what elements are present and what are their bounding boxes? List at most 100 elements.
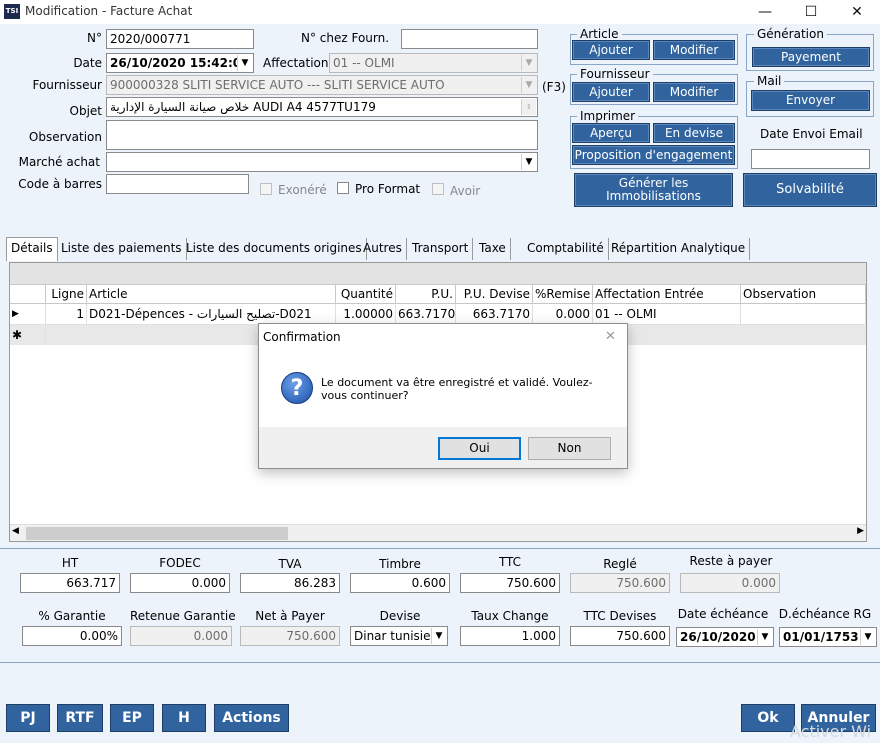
- tab-analytic[interactable]: Répartition Analytique: [607, 238, 751, 260]
- supplier-group-title: Fournisseur: [577, 67, 653, 81]
- cell-ligne[interactable]: 1: [46, 304, 87, 324]
- actions-button[interactable]: Actions: [214, 704, 289, 732]
- tva-field[interactable]: 86.283: [240, 573, 340, 593]
- dialog-close-icon[interactable]: ✕: [605, 329, 616, 344]
- garantie-field[interactable]: 0.00%: [22, 626, 122, 646]
- code-barres-field[interactable]: [106, 174, 249, 194]
- col-ligne[interactable]: Ligne: [46, 285, 87, 304]
- ht-field[interactable]: 663.717: [20, 573, 120, 593]
- affectation-select[interactable]: 01 -- OLMI ▼: [329, 53, 538, 73]
- close-window-button[interactable]: ✕: [834, 0, 880, 24]
- cell-pu[interactable]: 663.7170: [396, 304, 456, 324]
- chevron-down-icon[interactable]: ▼: [521, 55, 536, 71]
- no-field[interactable]: 2020/000771: [106, 29, 254, 49]
- cell-quantite[interactable]: 1.00000: [336, 304, 396, 324]
- chevron-down-icon[interactable]: ▼: [860, 629, 875, 645]
- col-pu[interactable]: P.U.: [396, 285, 456, 304]
- col-pu-devise[interactable]: P.U. Devise: [456, 285, 533, 304]
- exonere-label: Exonéré: [278, 183, 327, 197]
- tab-transport[interactable]: Transport: [408, 238, 474, 260]
- app-icon: TSI: [4, 4, 20, 19]
- ep-button[interactable]: EP: [110, 704, 154, 732]
- fournisseur-value: 900000328 SLITI SERVICE AUTO --- SLITI S…: [110, 78, 445, 92]
- ttc-devises-field[interactable]: 750.600: [570, 626, 670, 646]
- table-row[interactable]: ▶ 1 D021-Dépences - تصليح السيارات-D021 …: [10, 304, 866, 325]
- title-bar: TSI Modification - Facture Achat — ☐ ✕: [0, 0, 880, 24]
- devise-select[interactable]: Dinar tunisien ▼: [350, 626, 448, 646]
- reste-field[interactable]: 0.000: [680, 573, 780, 593]
- chevron-down-icon[interactable]: ▼: [237, 55, 252, 71]
- preview-button[interactable]: Aperçu: [572, 123, 650, 143]
- scroll-right-icon[interactable]: ▶: [857, 526, 864, 536]
- col-remise[interactable]: %Remise: [533, 285, 593, 304]
- objet-field[interactable]: خلاص صيانة السيارة الإدارية AUDI A4 4577…: [106, 97, 538, 117]
- chez-fourn-field[interactable]: [401, 29, 538, 49]
- payment-button[interactable]: Payement: [752, 47, 870, 67]
- fodec-field[interactable]: 0.000: [130, 573, 230, 593]
- chevron-down-icon[interactable]: ▼: [521, 154, 536, 170]
- tab-details[interactable]: Détails: [6, 237, 58, 261]
- cell-observation[interactable]: [741, 304, 866, 324]
- echeance-rg-field[interactable]: 01/01/1753 ▼: [779, 627, 877, 647]
- tab-origin-documents[interactable]: Liste des documents origines: [182, 238, 367, 260]
- maximize-button[interactable]: ☐: [788, 0, 834, 24]
- tab-tax[interactable]: Taxe: [475, 238, 511, 260]
- date-envoi-field[interactable]: [751, 149, 870, 169]
- col-affectation[interactable]: Affectation Entrée: [593, 285, 741, 304]
- echeance-field[interactable]: 26/10/2020 ▼: [676, 627, 774, 647]
- yes-button[interactable]: Oui: [438, 437, 521, 460]
- article-edit-button[interactable]: Modifier: [653, 40, 735, 60]
- tab-payments[interactable]: Liste des paiements: [57, 238, 187, 260]
- send-mail-button[interactable]: Envoyer: [751, 90, 870, 111]
- col-article[interactable]: Article: [87, 285, 336, 304]
- exonere-checkbox[interactable]: [260, 183, 272, 195]
- row-header-col: [10, 285, 46, 304]
- ttc-field[interactable]: 750.600: [460, 573, 560, 593]
- generate-assets-button[interactable]: Générer les Immobilisations: [574, 173, 733, 207]
- chevron-down-icon[interactable]: ▼: [757, 629, 772, 645]
- currency-print-button[interactable]: En devise: [653, 123, 735, 143]
- rtf-button[interactable]: RTF: [57, 704, 103, 732]
- engagement-proposal-button[interactable]: Proposition d'engagement: [572, 145, 735, 165]
- supplier-edit-button[interactable]: Modifier: [653, 82, 735, 102]
- col-quantite[interactable]: Quantité: [336, 285, 396, 304]
- date-field[interactable]: 26/10/2020 15:42:0 ▼: [106, 53, 254, 73]
- ok-button[interactable]: Ok: [741, 704, 795, 732]
- objet-value: خلاص صيانة السيارة الإدارية AUDI A4 4577…: [110, 100, 376, 114]
- avoir-checkbox[interactable]: [432, 183, 444, 195]
- devise-value: Dinar tunisien: [354, 629, 439, 643]
- pro-format-checkbox[interactable]: [337, 182, 349, 194]
- col-observation[interactable]: Observation: [741, 285, 866, 304]
- taux-label: Taux Change: [471, 609, 549, 623]
- horizontal-scrollbar[interactable]: ◀ ▶: [10, 524, 866, 541]
- pj-button[interactable]: PJ: [6, 704, 50, 732]
- regle-field[interactable]: 750.600: [570, 573, 670, 593]
- scroll-left-icon[interactable]: ◀: [12, 526, 19, 536]
- marche-select[interactable]: ▼: [106, 152, 538, 172]
- supplier-add-button[interactable]: Ajouter: [572, 82, 650, 102]
- h-button[interactable]: H: [162, 704, 206, 732]
- fournisseur-select[interactable]: 900000328 SLITI SERVICE AUTO --- SLITI S…: [106, 75, 538, 95]
- retenue-field[interactable]: 0.000: [130, 626, 232, 646]
- tab-accounting[interactable]: Comptabilité: [523, 238, 609, 260]
- cell-remise[interactable]: 0.000: [533, 304, 593, 324]
- observation-field[interactable]: [106, 120, 538, 150]
- chevron-down-icon[interactable]: ▼: [521, 77, 536, 93]
- scroll-arrows-icon[interactable]: ⇕: [521, 99, 536, 115]
- no-button[interactable]: Non: [528, 437, 611, 460]
- tab-other[interactable]: Autres: [359, 238, 407, 260]
- retenue-label: Retenue Garantie: [130, 609, 236, 623]
- article-add-button[interactable]: Ajouter: [572, 40, 650, 60]
- timbre-field[interactable]: 0.600: [350, 573, 450, 593]
- scrollbar-thumb[interactable]: [26, 527, 288, 540]
- taux-field[interactable]: 1.000: [460, 626, 560, 646]
- timbre-label: Timbre: [379, 557, 421, 571]
- ht-label: HT: [61, 556, 79, 570]
- cell-affectation[interactable]: 01 -- OLMI: [593, 304, 741, 324]
- cell-pu-devise[interactable]: 663.7170: [456, 304, 533, 324]
- net-field[interactable]: 750.600: [240, 626, 340, 646]
- minimize-button[interactable]: —: [742, 0, 788, 24]
- chevron-down-icon[interactable]: ▼: [431, 628, 446, 644]
- cell-article[interactable]: D021-Dépences - تصليح السيارات-D021: [87, 304, 336, 324]
- solvency-button[interactable]: Solvabilité: [743, 173, 877, 207]
